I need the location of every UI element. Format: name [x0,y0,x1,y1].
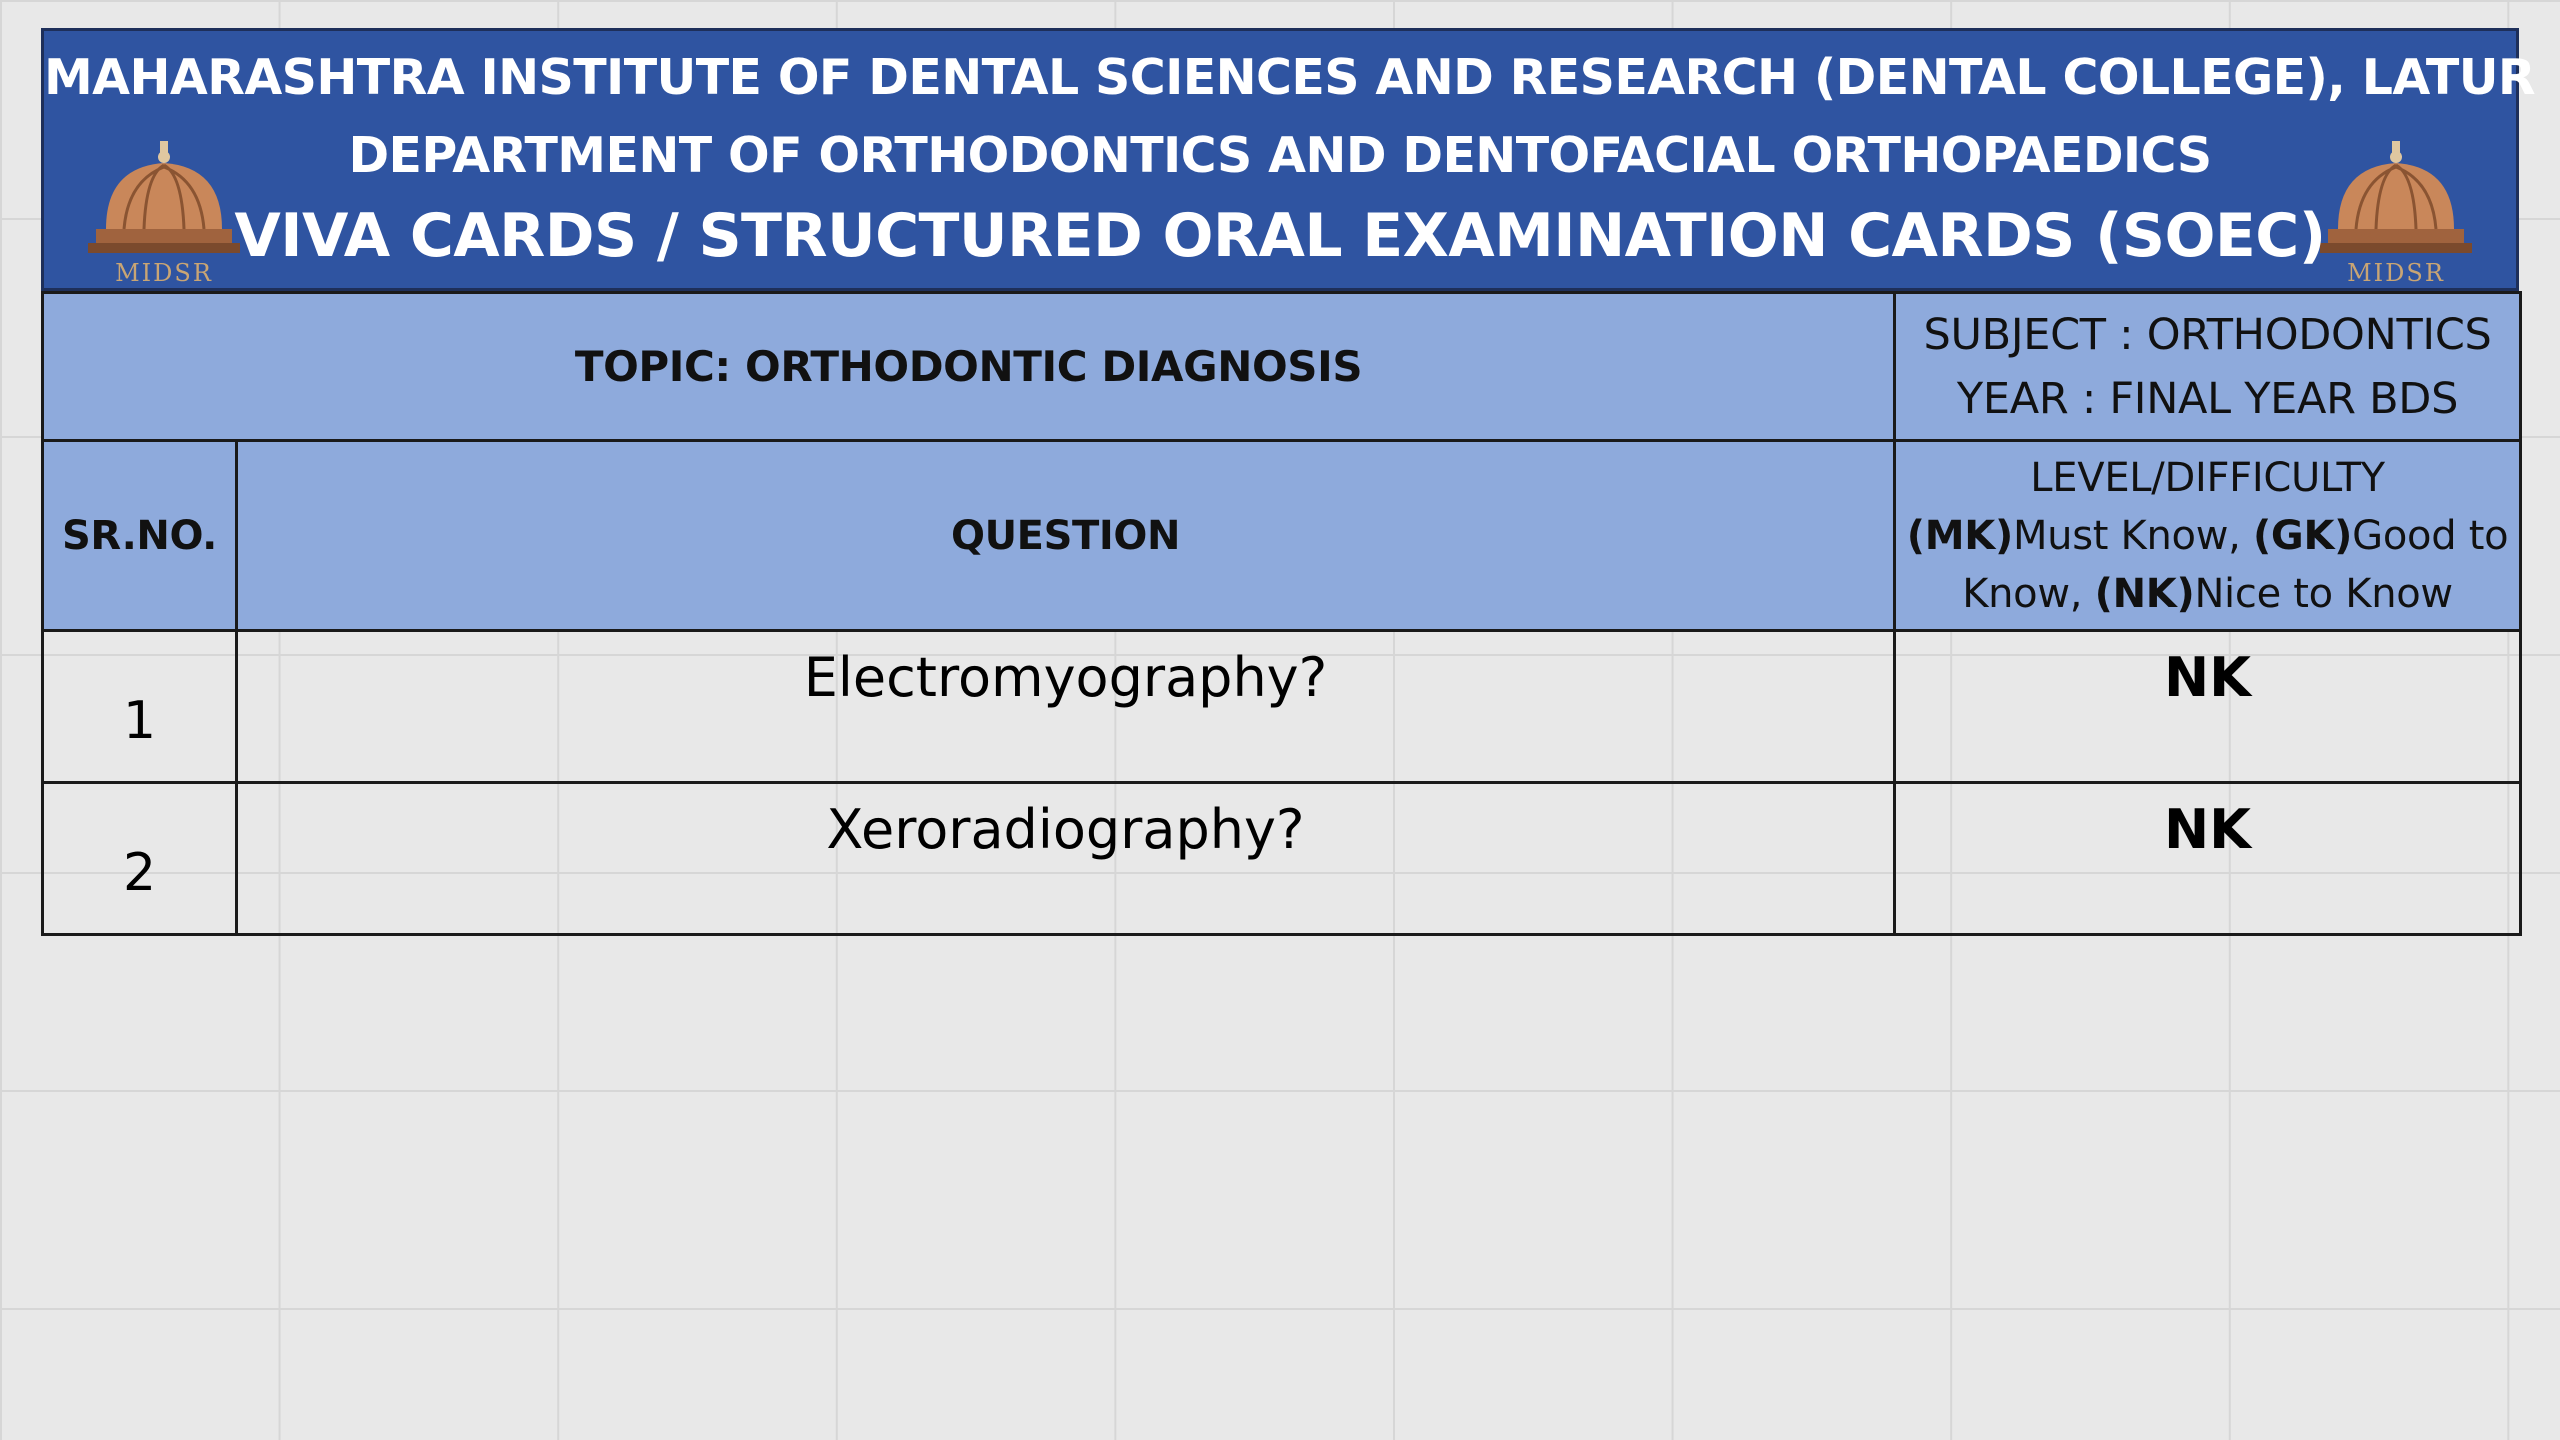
question-cell: Xeroradiography? [234,781,1897,936]
table-row: 1 Electromyography? NK [41,629,2523,784]
level-cell: NK [1893,629,2523,784]
subject-label: SUBJECT : ORTHODONTICS [1923,309,2492,360]
year-label: YEAR : FINAL YEAR BDS [1956,373,2459,424]
question-header: QUESTION [234,439,1897,632]
card-title: VIVA CARDS / STRUCTURED ORAL EXAMINATION… [234,201,2326,271]
viva-card: MIDSR MIDSR MAHARASHTRA INSTITUTE OF DEN… [40,28,2536,936]
level-header: LEVEL/DIFFICULTY (MK)Must Know, (GK)Good… [1893,439,2523,632]
question-table: TOPIC: ORTHODONTIC DIAGNOSIS SUBJECT : O… [40,291,2523,936]
subject-year-cell: SUBJECT : ORTHODONTICS YEAR : FINAL YEAR… [1893,291,2523,442]
topic-label: TOPIC: ORTHODONTIC DIAGNOSIS [574,342,1363,391]
sr-no-header: SR.NO. [41,439,238,632]
level-title: LEVEL/DIFFICULTY [2030,454,2385,501]
table-row: 2 Xeroradiography? NK [41,781,2523,936]
column-header-row: SR.NO. QUESTION LEVEL/DIFFICULTY (MK)Mus… [41,439,2523,632]
institute-name: MAHARASHTRA INSTITUTE OF DENTAL SCIENCES… [44,49,2536,106]
level-cell: NK [1893,781,2523,936]
question-cell: Electromyography? [234,629,1897,784]
sr-no-cell: 2 [41,781,238,936]
topic-row: TOPIC: ORTHODONTIC DIAGNOSIS SUBJECT : O… [40,291,2523,442]
sr-no-cell: 1 [41,629,238,784]
header-banner: MIDSR MIDSR MAHARASHTRA INSTITUTE OF DEN… [41,28,2536,291]
level-legend: (MK)Must Know, (GK)Good to Know, (NK)Nic… [1906,512,2509,617]
topic-cell: TOPIC: ORTHODONTIC DIAGNOSIS [40,291,1897,442]
department-name: DEPARTMENT OF ORTHODONTICS AND DENTOFACI… [348,127,2212,184]
